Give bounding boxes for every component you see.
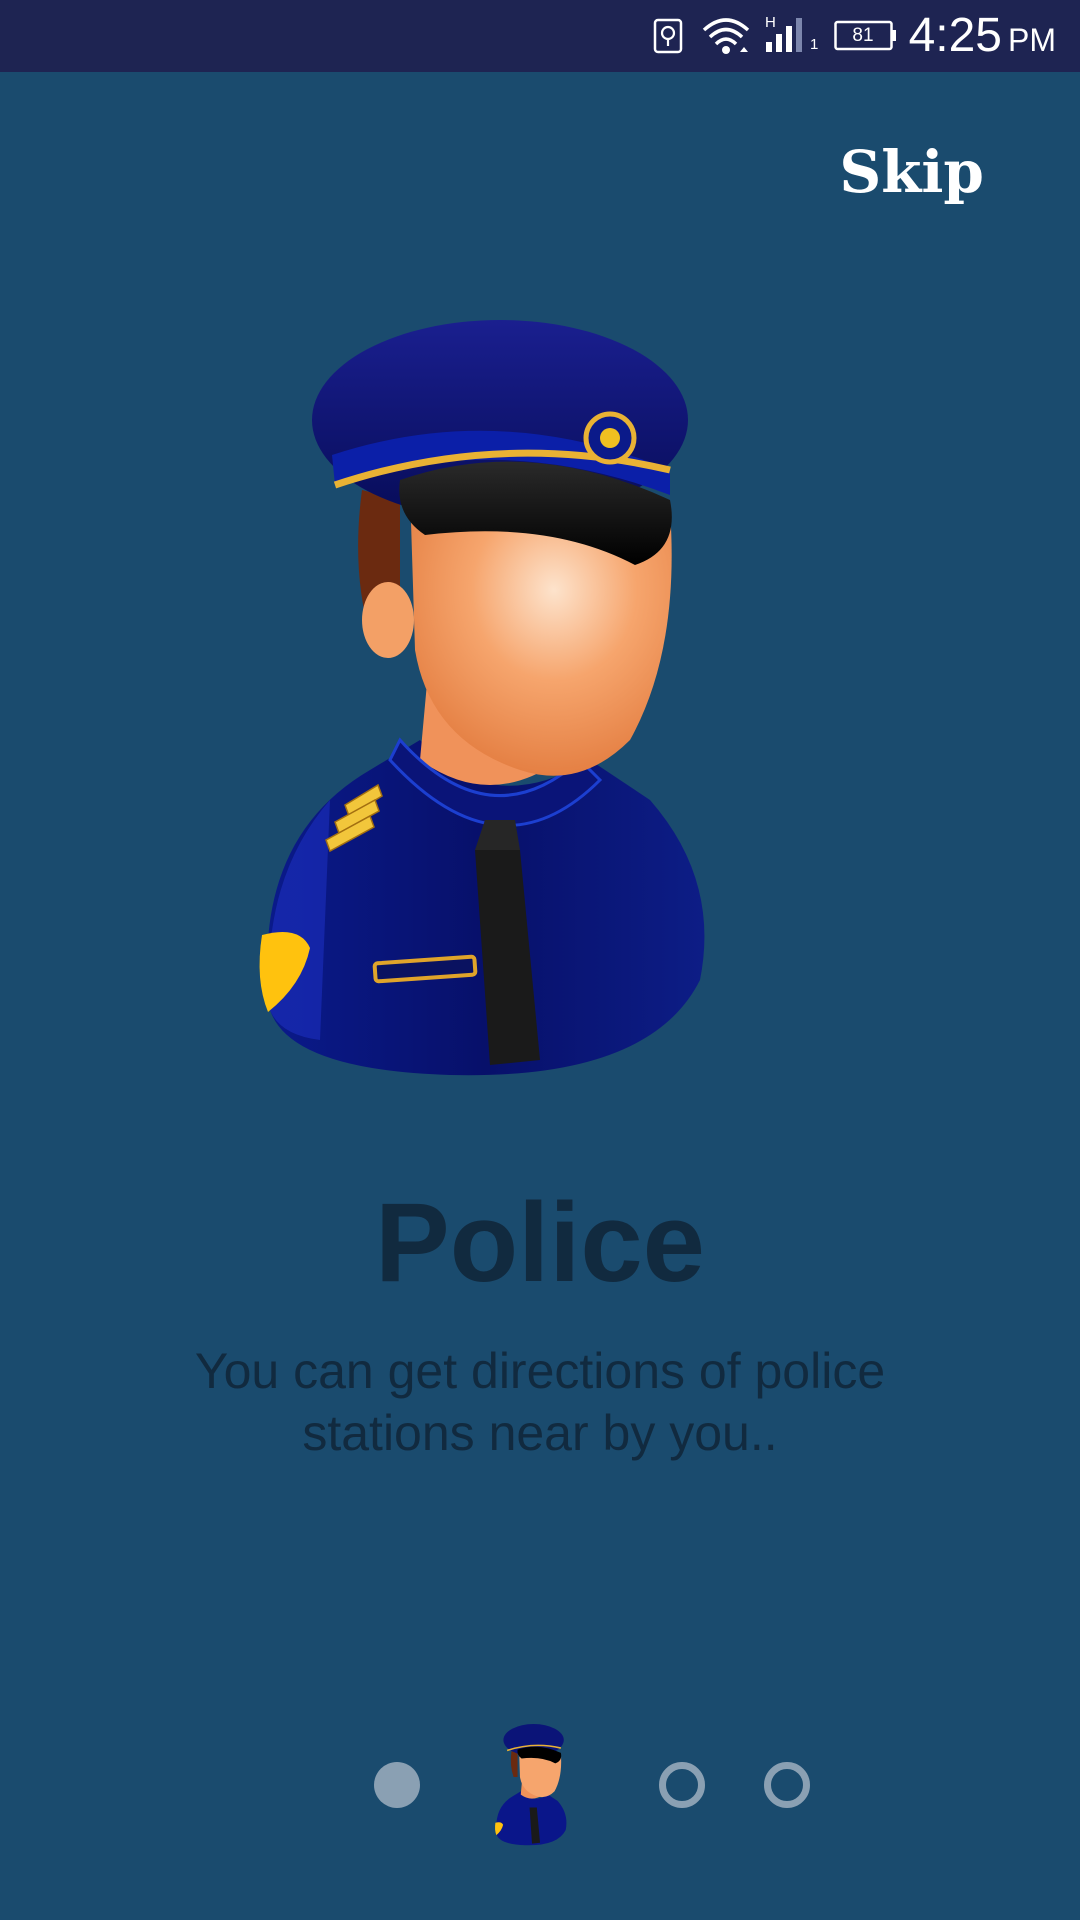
page-dot-2-police-icon[interactable] bbox=[492, 1724, 572, 1846]
clock-time: 4:25 bbox=[908, 9, 1002, 62]
page-title: Police bbox=[375, 1180, 705, 1305]
clock-ampm: PM bbox=[1008, 22, 1056, 58]
page-indicator bbox=[0, 1720, 1080, 1850]
sim-card-icon bbox=[653, 18, 683, 54]
page-dot-4[interactable] bbox=[764, 1762, 810, 1808]
skip-button[interactable]: Skip bbox=[839, 138, 984, 206]
page-dot-1[interactable] bbox=[374, 1762, 420, 1808]
status-clock: 4:25 PM bbox=[909, 8, 1056, 64]
page-dot-3[interactable] bbox=[659, 1762, 705, 1808]
police-officer-icon bbox=[259, 320, 705, 1076]
network-type-label: H bbox=[765, 14, 776, 31]
page-description: You can get directions of police station… bbox=[194, 1343, 886, 1461]
wifi-icon bbox=[702, 18, 750, 54]
battery-level-label: 81 bbox=[852, 25, 874, 46]
sim-slot-label: 1 bbox=[810, 36, 819, 53]
status-bar: H 1 81 4:25 PM bbox=[0, 0, 1080, 72]
